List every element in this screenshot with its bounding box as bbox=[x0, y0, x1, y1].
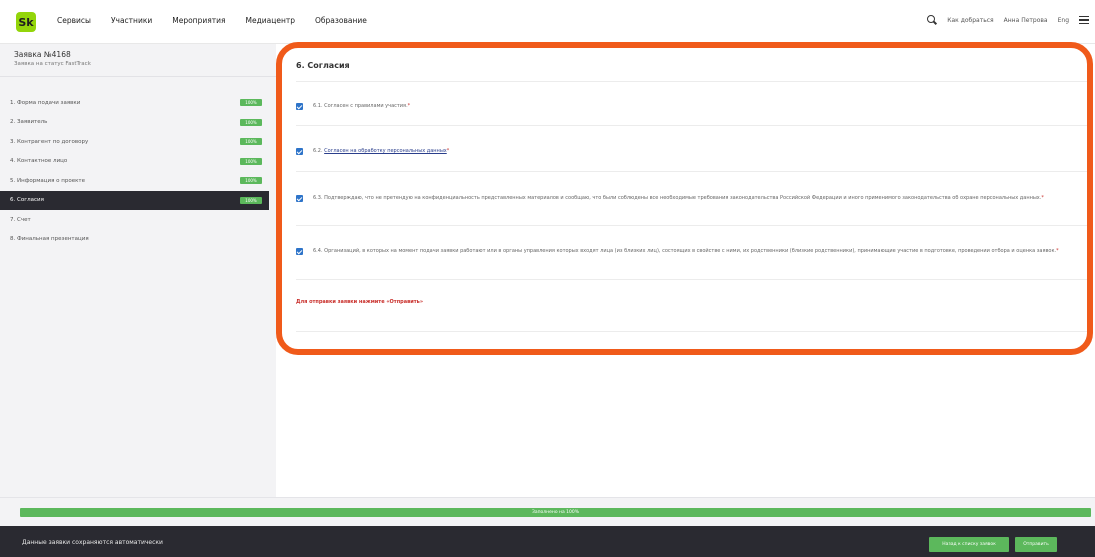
nav-item-events[interactable]: Мероприятия bbox=[172, 16, 225, 25]
autosave-note: Данные заявки сохраняются автоматически bbox=[22, 539, 163, 546]
consent-text: 6.4. Организаций, в которых на момент по… bbox=[313, 247, 1059, 255]
consent-label: Организаций, в которых на момент подачи … bbox=[324, 248, 1057, 254]
required-mark: * bbox=[407, 103, 411, 109]
consent-label: Согласен с правилами участия. bbox=[324, 103, 408, 109]
step-label: 7. Счет bbox=[10, 216, 31, 223]
progress-section: Заполнено на 100% bbox=[0, 497, 1095, 526]
consent-item-4: 6.4. Организаций, в которых на момент по… bbox=[296, 247, 1089, 255]
consent-item-3: 6.3. Подтверждаю, что не претендую на ко… bbox=[296, 194, 1089, 202]
step-status-badge: 100% bbox=[240, 138, 262, 145]
nav-item-participants[interactable]: Участники bbox=[111, 16, 152, 25]
step-label: 4. Контактное лицо bbox=[10, 158, 68, 165]
sidebar-divider bbox=[0, 76, 276, 77]
step-label: 3. Контрагент по договору bbox=[10, 138, 89, 145]
consent-item-1: 6.1. Согласен с правилами участия.* bbox=[296, 102, 410, 110]
language-switch[interactable]: Eng bbox=[1058, 17, 1069, 24]
consent-item-2: 6.2. Согласен на обработку персональных … bbox=[296, 147, 449, 155]
nav-item-education[interactable]: Образование bbox=[315, 16, 367, 25]
sidebar-step-4[interactable]: 4. Контактное лицо 100% bbox=[0, 152, 269, 172]
footer-bar: Данные заявки сохраняются автоматически … bbox=[0, 526, 1095, 557]
how-to-get-link[interactable]: Как добраться bbox=[947, 17, 993, 24]
consent-number: 6.4. bbox=[313, 248, 325, 254]
consent-number: 6.2. bbox=[313, 148, 325, 154]
consent-checkbox-1[interactable] bbox=[296, 103, 303, 110]
divider bbox=[296, 171, 1089, 172]
required-mark: * bbox=[1056, 248, 1059, 254]
consent-number: 6.3. bbox=[313, 195, 325, 201]
step-label: 1. Форма подачи заявки bbox=[10, 99, 81, 106]
application-subtitle: Заявка на статус FastTrack bbox=[14, 61, 91, 67]
step-status-badge: 100% bbox=[240, 177, 262, 184]
user-name-link[interactable]: Анна Петрова bbox=[1004, 17, 1048, 24]
consent-checkbox-4[interactable] bbox=[296, 248, 303, 255]
progress-bar: Заполнено на 100% bbox=[20, 508, 1091, 517]
step-label: 8. Финальная презентация bbox=[10, 236, 89, 243]
consent-checkbox-2[interactable] bbox=[296, 148, 303, 155]
step-label: 6. Согласия bbox=[10, 197, 44, 204]
divider bbox=[296, 279, 1089, 280]
send-button[interactable]: Отправить bbox=[1015, 537, 1057, 552]
sidebar-step-1[interactable]: 1. Форма подачи заявки 100% bbox=[0, 93, 269, 113]
back-to-list-button[interactable]: Назад к списку заявок bbox=[929, 537, 1009, 552]
step-status-badge: 100% bbox=[240, 118, 262, 126]
step-status-badge: 100% bbox=[240, 196, 262, 204]
sidebar-step-2[interactable]: 2. Заявитель 100% bbox=[0, 113, 269, 133]
divider bbox=[296, 225, 1089, 226]
top-header: Sk Сервисы Участники Мероприятия Медиаце… bbox=[0, 0, 1095, 44]
consent-checkbox-3[interactable] bbox=[296, 195, 303, 202]
section-title: 6. Согласия bbox=[296, 61, 350, 70]
sidebar-step-3[interactable]: 3. Контрагент по договору 100% bbox=[0, 132, 269, 152]
step-label: 5. Информация о проекте bbox=[10, 177, 86, 184]
sidebar-step-7[interactable]: 7. Счет bbox=[0, 210, 269, 230]
search-icon[interactable] bbox=[927, 15, 937, 25]
skolkovo-logo[interactable]: Sk bbox=[16, 12, 36, 32]
main-content: 6. Согласия 6.1. Согласен с правилами уч… bbox=[280, 44, 1095, 497]
submit-instruction: Для отправки заявки нажмите «Отправить» bbox=[296, 299, 424, 305]
step-status-badge: 100% bbox=[240, 99, 262, 106]
header-actions: Как добраться Анна Петрова Eng bbox=[927, 15, 1089, 25]
main-nav: Сервисы Участники Мероприятия Медиацентр… bbox=[57, 16, 387, 25]
step-label: 2. Заявитель bbox=[10, 119, 48, 126]
steps-list: 1. Форма подачи заявки 100% 2. Заявитель 1… bbox=[0, 93, 269, 249]
consent-label: Подтверждаю, что не претендую на конфиде… bbox=[324, 195, 1042, 201]
application-title: Заявка №4168 bbox=[14, 50, 71, 59]
divider bbox=[296, 331, 1089, 332]
nav-item-services[interactable]: Сервисы bbox=[57, 16, 91, 25]
sidebar-step-6[interactable]: 6. Согласия 100% bbox=[0, 190, 269, 210]
menu-icon[interactable] bbox=[1079, 16, 1089, 24]
sidebar-step-8[interactable]: 8. Финальная презентация bbox=[0, 230, 269, 250]
progress-fill: Заполнено на 100% bbox=[20, 508, 1091, 517]
nav-item-media[interactable]: Медиацентр bbox=[245, 16, 295, 25]
consent-text: 6.2. Согласен на обработку персональных … bbox=[313, 147, 449, 155]
sidebar: Заявка №4168 Заявка на статус FastTrack … bbox=[0, 44, 276, 497]
sidebar-step-5[interactable]: 5. Информация о проекте 100% bbox=[0, 171, 269, 191]
divider bbox=[296, 81, 1089, 82]
consent-number: 6.1. bbox=[313, 103, 325, 109]
personal-data-consent-link[interactable]: Согласен на обработку персональных данны… bbox=[324, 148, 447, 154]
step-status-badge: 100% bbox=[240, 157, 262, 165]
consent-text: 6.3. Подтверждаю, что не претендую на ко… bbox=[313, 194, 1044, 202]
consent-text: 6.1. Согласен с правилами участия.* bbox=[313, 102, 410, 110]
required-mark: * bbox=[1041, 195, 1044, 201]
required-mark: * bbox=[446, 148, 450, 154]
divider bbox=[296, 125, 1089, 126]
